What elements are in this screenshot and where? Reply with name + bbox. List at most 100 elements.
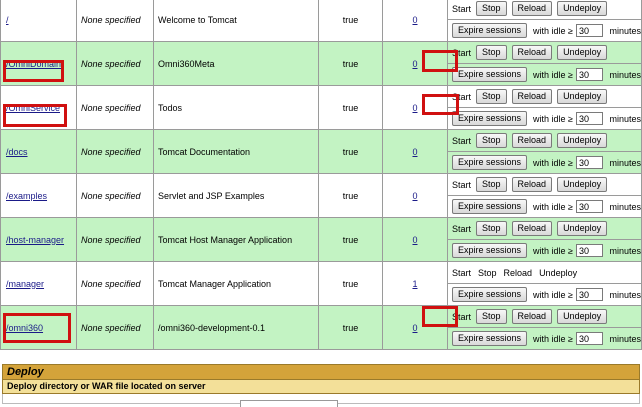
idle-minutes-input[interactable]: 30 bbox=[576, 156, 604, 169]
expire-sessions-button[interactable]: Expire sessions bbox=[452, 67, 528, 82]
expire-sessions-button[interactable]: Expire sessions bbox=[452, 287, 528, 302]
app-version: None specified bbox=[76, 173, 154, 218]
with-idle-label: with idle ≥ bbox=[533, 289, 573, 300]
stop-text: Stop bbox=[478, 267, 497, 278]
undeploy-button[interactable]: Undeploy bbox=[557, 177, 608, 192]
app-commands: Start Stop Reload Undeploy Expire sessio… bbox=[447, 173, 642, 218]
app-sessions-cell: 0 bbox=[382, 129, 448, 174]
app-commands: Start Stop Reload Undeploy Expire sessio… bbox=[447, 0, 642, 42]
idle-minutes-input[interactable]: 30 bbox=[576, 112, 604, 125]
reload-button[interactable]: Reload bbox=[511, 221, 553, 236]
app-path-link[interactable]: / bbox=[6, 15, 9, 25]
undeploy-button[interactable]: Undeploy bbox=[557, 309, 608, 324]
expire-sessions-button[interactable]: Expire sessions bbox=[452, 199, 528, 214]
reload-button[interactable]: Reload bbox=[511, 1, 553, 16]
reload-button[interactable]: Reload bbox=[511, 177, 553, 192]
app-path-link[interactable]: /examples bbox=[6, 191, 47, 201]
app-sessions-link[interactable]: 0 bbox=[412, 103, 417, 113]
app-path-link[interactable]: /manager bbox=[6, 279, 44, 289]
app-sessions-link[interactable]: 0 bbox=[412, 191, 417, 201]
app-sessions-cell: 0 bbox=[382, 173, 448, 218]
reload-button[interactable]: Reload bbox=[511, 309, 553, 324]
expire-sessions-button[interactable]: Expire sessions bbox=[452, 111, 528, 126]
app-sessions-link[interactable]: 0 bbox=[412, 323, 417, 333]
with-idle-label: with idle ≥ bbox=[533, 25, 573, 36]
idle-minutes-input[interactable]: 30 bbox=[576, 68, 604, 81]
applications-table: / None specified Welcome to Tomcat true … bbox=[0, 0, 642, 350]
app-display-name: /omni360-development-0.1 bbox=[153, 305, 319, 350]
expire-sessions-button[interactable]: Expire sessions bbox=[452, 243, 528, 258]
app-version: None specified bbox=[76, 0, 154, 42]
with-idle-label: with idle ≥ bbox=[533, 69, 573, 80]
app-path-cell: /examples bbox=[0, 173, 77, 218]
stop-button[interactable]: Stop bbox=[476, 45, 507, 60]
reload-button[interactable]: Reload bbox=[511, 89, 553, 104]
app-running: true bbox=[318, 173, 383, 218]
app-sessions-link[interactable]: 0 bbox=[412, 59, 417, 69]
stop-button[interactable]: Stop bbox=[476, 309, 507, 324]
expire-row: Expire sessions with idle ≥ 30 minutes bbox=[448, 327, 641, 349]
minutes-label: minutes bbox=[609, 113, 641, 124]
undeploy-button[interactable]: Undeploy bbox=[557, 45, 608, 60]
app-sessions-link[interactable]: 0 bbox=[412, 235, 417, 245]
app-sessions-cell: 0 bbox=[382, 85, 448, 130]
reload-button[interactable]: Reload bbox=[511, 45, 553, 60]
app-sessions-cell: 1 bbox=[382, 261, 448, 306]
app-row: /docs None specified Tomcat Documentatio… bbox=[0, 129, 642, 174]
app-sessions-link[interactable]: 0 bbox=[412, 15, 417, 25]
app-path-cell: /host-manager bbox=[0, 217, 77, 262]
expire-sessions-button[interactable]: Expire sessions bbox=[452, 23, 528, 38]
app-path-cell: /docs bbox=[0, 129, 77, 174]
stop-button[interactable]: Stop bbox=[476, 221, 507, 236]
app-row: / None specified Welcome to Tomcat true … bbox=[0, 0, 642, 42]
app-path-link[interactable]: /OmniService bbox=[6, 103, 60, 113]
app-sessions-link[interactable]: 0 bbox=[412, 147, 417, 157]
stop-button[interactable]: Stop bbox=[476, 133, 507, 148]
expire-row: Expire sessions with idle ≥ 30 minutes bbox=[448, 151, 641, 173]
expire-sessions-button[interactable]: Expire sessions bbox=[452, 331, 528, 346]
with-idle-label: with idle ≥ bbox=[533, 157, 573, 168]
app-sessions-cell: 0 bbox=[382, 217, 448, 262]
undeploy-button[interactable]: Undeploy bbox=[557, 133, 608, 148]
stop-button[interactable]: Stop bbox=[476, 1, 507, 16]
app-commands: Start Stop Reload Undeploy Expire sessio… bbox=[447, 305, 642, 350]
minutes-label: minutes bbox=[609, 201, 641, 212]
undeploy-button[interactable]: Undeploy bbox=[557, 89, 608, 104]
command-row: Start Stop Reload Undeploy bbox=[448, 0, 641, 19]
reload-button[interactable]: Reload bbox=[511, 133, 553, 148]
command-row: Start Stop Reload Undeploy bbox=[448, 174, 641, 195]
app-path-link[interactable]: /omni360 bbox=[6, 323, 43, 333]
undeploy-button[interactable]: Undeploy bbox=[557, 1, 608, 16]
expire-row: Expire sessions with idle ≥ 30 minutes bbox=[448, 107, 641, 129]
idle-minutes-input[interactable]: 30 bbox=[576, 288, 604, 301]
expire-sessions-button[interactable]: Expire sessions bbox=[452, 155, 528, 170]
stop-button[interactable]: Stop bbox=[476, 89, 507, 104]
app-version: None specified bbox=[76, 305, 154, 350]
app-sessions-link[interactable]: 1 bbox=[412, 279, 417, 289]
undeploy-text: Undeploy bbox=[539, 267, 578, 278]
minutes-label: minutes bbox=[609, 245, 641, 256]
app-path-link[interactable]: /docs bbox=[6, 147, 28, 157]
deploy-section-subtitle: Deploy directory or WAR file located on … bbox=[2, 380, 640, 394]
app-path-link[interactable]: /host-manager bbox=[6, 235, 64, 245]
reload-text: Reload bbox=[503, 267, 533, 278]
minutes-label: minutes bbox=[609, 69, 641, 80]
idle-minutes-input[interactable]: 30 bbox=[576, 200, 604, 213]
app-row: /manager None specified Tomcat Manager A… bbox=[0, 261, 642, 306]
undeploy-button[interactable]: Undeploy bbox=[557, 221, 608, 236]
idle-minutes-input[interactable]: 30 bbox=[576, 24, 604, 37]
app-path-cell: /OmniService bbox=[0, 85, 77, 130]
command-row: Start Stop Reload Undeploy bbox=[448, 218, 641, 239]
app-path-link[interactable]: /OmniDomain bbox=[6, 59, 61, 69]
start-text: Start bbox=[452, 311, 472, 322]
expire-row: Expire sessions with idle ≥ 30 minutes bbox=[448, 283, 641, 305]
idle-minutes-input[interactable]: 30 bbox=[576, 332, 604, 345]
start-text: Start bbox=[452, 179, 472, 190]
app-running: true bbox=[318, 261, 383, 306]
minutes-label: minutes bbox=[609, 333, 641, 344]
app-row: /omni360 None specified /omni360-develop… bbox=[0, 305, 642, 350]
app-sessions-cell: 0 bbox=[382, 305, 448, 350]
app-display-name: Servlet and JSP Examples bbox=[153, 173, 319, 218]
idle-minutes-input[interactable]: 30 bbox=[576, 244, 604, 257]
stop-button[interactable]: Stop bbox=[476, 177, 507, 192]
